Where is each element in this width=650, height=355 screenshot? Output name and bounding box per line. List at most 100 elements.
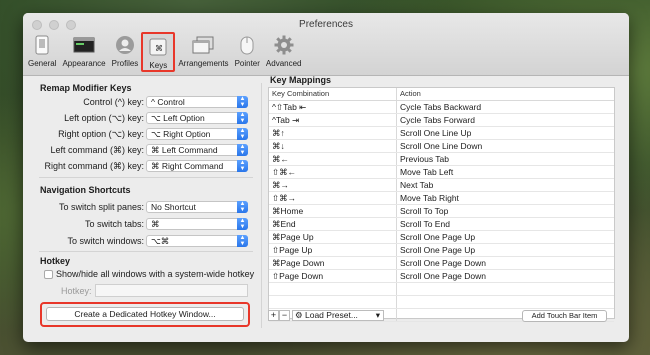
- chevron-updown-icon: ▲ ▼: [237, 128, 248, 140]
- table-row[interactable]: ⌘↓ Scroll One Line Down: [269, 140, 614, 153]
- empty-cell: [397, 296, 614, 308]
- tab-label: Advanced: [265, 59, 302, 68]
- chevron-updown-icon: ▲ ▼: [237, 160, 248, 172]
- table-row[interactable]: ⌘← Previous Tab: [269, 153, 614, 166]
- remove-mapping-button[interactable]: −: [279, 310, 290, 321]
- action-cell: Scroll One Page Up: [400, 232, 476, 242]
- key-combination-cell: ⌘↑: [269, 127, 397, 139]
- control-key-label: Control (^) key:: [83, 97, 144, 107]
- key-mappings-table[interactable]: Key Combination Action ^⇧Tab ⇤ Cycle Tabs…: [268, 87, 615, 322]
- load-preset-label: Load Preset...: [305, 310, 358, 320]
- divider: [39, 177, 253, 178]
- chevron-updown-icon: ▲ ▼: [237, 144, 248, 156]
- load-preset-button[interactable]: ⚙ Load Preset... ▾: [292, 310, 384, 321]
- chevron-updown-icon: ▲ ▼: [237, 218, 248, 230]
- tab-general[interactable]: General: [25, 32, 59, 72]
- navigation-title: Navigation Shortcuts: [40, 185, 131, 195]
- popup-value: ⌥ Left Option: [151, 113, 205, 123]
- popup-value: ⌘: [151, 219, 160, 229]
- window-title: Preferences: [299, 19, 353, 30]
- table-row[interactable]: ⌘→ Next Tab: [269, 179, 614, 192]
- table-row[interactable]: ⇧⌘← Move Tab Left: [269, 166, 614, 179]
- windows-stack-icon: [192, 34, 214, 56]
- popup-value: ⌘ Right Command: [151, 161, 224, 171]
- right-command-popup[interactable]: ⌘ Right Command ▲ ▼: [146, 160, 248, 172]
- hotkey-checkbox-label: Show/hide all windows with a system-wide…: [56, 269, 255, 279]
- action-cell: Scroll To End: [400, 219, 450, 229]
- toolbar: General Appearance Profiles ⌘ Keys Arran…: [25, 32, 305, 72]
- action-cell: Scroll One Page Down: [400, 258, 486, 268]
- column-header-action[interactable]: Action: [397, 88, 614, 100]
- table-row[interactable]: ⌘Home Scroll To Top: [269, 205, 614, 218]
- divider: [39, 251, 253, 252]
- action-cell: Cycle Tabs Backward: [400, 102, 482, 112]
- add-mapping-button[interactable]: +: [268, 310, 279, 321]
- mouse-icon: [236, 34, 258, 56]
- key-combination-cell: ⇧⌘←: [269, 166, 397, 178]
- tab-label: Arrangements: [178, 59, 229, 68]
- left-command-popup[interactable]: ⌘ Left Command ▲ ▼: [146, 144, 248, 156]
- table-row[interactable]: ⌘End Scroll To End: [269, 218, 614, 231]
- key-combination-cell: ⇧⌘→: [269, 192, 397, 204]
- chevron-updown-icon: ▲ ▼: [237, 112, 248, 124]
- hotkey-title: Hotkey: [40, 256, 71, 266]
- key-combination-cell: ⌘End: [269, 218, 397, 230]
- left-option-label: Left option (⌥) key:: [64, 113, 144, 123]
- pane-divider: [261, 83, 262, 328]
- svg-text:⌘: ⌘: [155, 44, 163, 53]
- preferences-window: Preferences General Appearance Profiles: [23, 13, 629, 342]
- popup-value: ⌥⌘: [151, 236, 170, 246]
- table-row[interactable]: ⇧Page Down Scroll One Page Down: [269, 270, 614, 283]
- switch-windows-popup[interactable]: ⌥⌘ ▲ ▼: [146, 235, 248, 247]
- right-option-label: Right option (⌥) key:: [58, 129, 144, 139]
- table-row[interactable]: ⌘Page Down Scroll One Page Down: [269, 257, 614, 270]
- tab-profiles[interactable]: Profiles: [109, 32, 142, 72]
- phone-icon: [31, 34, 53, 56]
- action-cell: Scroll One Line Down: [400, 141, 483, 151]
- table-row[interactable]: ⇧⌘→ Move Tab Right: [269, 192, 614, 205]
- table-row[interactable]: ^Tab ⇥ Cycle Tabs Forward: [269, 114, 614, 127]
- action-cell: Move Tab Left: [400, 167, 454, 177]
- table-row[interactable]: ^⇧Tab ⇤ Cycle Tabs Backward: [269, 101, 614, 114]
- table-row[interactable]: ⇧Page Up Scroll One Page Up: [269, 244, 614, 257]
- action-cell: Move Tab Right: [400, 193, 459, 203]
- left-option-popup[interactable]: ⌥ Left Option ▲ ▼: [146, 112, 248, 124]
- hotkey-checkbox[interactable]: [44, 270, 53, 279]
- key-combination-cell: ⌘←: [269, 153, 397, 165]
- action-cell: Scroll One Line Up: [400, 128, 472, 138]
- title-bar: Preferences General Appearance Profiles: [23, 13, 629, 76]
- table-row[interactable]: ⌘↑ Scroll One Line Up: [269, 127, 614, 140]
- tab-appearance[interactable]: Appearance: [59, 32, 108, 72]
- tab-label: Appearance: [62, 59, 106, 68]
- right-option-popup[interactable]: ⌥ Right Option ▲ ▼: [146, 128, 248, 140]
- create-hotkey-window-button[interactable]: Create a Dedicated Hotkey Window...: [46, 307, 244, 321]
- action-cell: Scroll One Page Down: [400, 271, 486, 281]
- chevron-updown-icon: ▲ ▼: [237, 235, 248, 247]
- key-combination-cell: ⌘Page Down: [269, 257, 397, 269]
- tab-arrangements[interactable]: Arrangements: [175, 32, 231, 72]
- tab-keys[interactable]: ⌘ Keys: [141, 32, 176, 72]
- empty-cell: [397, 283, 614, 295]
- tab-label: Pointer: [234, 59, 260, 68]
- add-touch-bar-item-button[interactable]: Add Touch Bar Item: [522, 310, 607, 322]
- action-cell: Previous Tab: [400, 154, 449, 164]
- person-icon: [114, 34, 136, 56]
- hotkey-field-label: Hotkey:: [61, 286, 92, 296]
- table-row[interactable]: ⌘Page Up Scroll One Page Up: [269, 231, 614, 244]
- gear-icon: [273, 34, 295, 56]
- table-header: Key Combination Action: [269, 88, 614, 101]
- column-header-key[interactable]: Key Combination: [269, 88, 397, 100]
- split-panes-popup[interactable]: No Shortcut ▲ ▼: [146, 201, 248, 213]
- action-cell: Next Tab: [400, 180, 434, 190]
- control-key-popup[interactable]: ^ Control ▲ ▼: [146, 96, 248, 108]
- key-combination-cell: ⌘↓: [269, 140, 397, 152]
- switch-tabs-popup[interactable]: ⌘ ▲ ▼: [146, 218, 248, 230]
- empty-row: [269, 283, 614, 296]
- chevron-updown-icon: ▲ ▼: [237, 201, 248, 213]
- tab-advanced[interactable]: Advanced: [263, 32, 305, 72]
- popup-value: ⌥ Right Option: [151, 129, 211, 139]
- tab-pointer[interactable]: Pointer: [232, 32, 263, 72]
- table-body: ^⇧Tab ⇤ Cycle Tabs Backward ^Tab ⇥ Cycle Ta…: [269, 101, 614, 322]
- tab-label: Keys: [149, 61, 168, 70]
- hotkey-field[interactable]: [95, 284, 248, 297]
